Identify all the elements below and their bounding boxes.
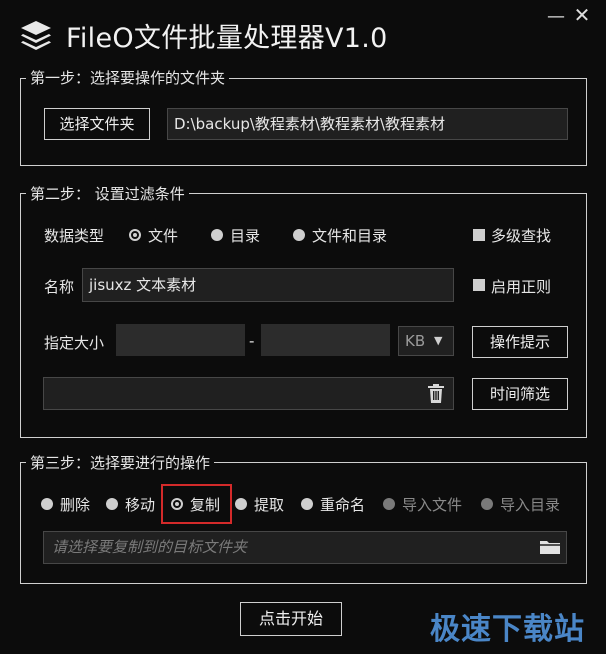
operation-delete-label: 删除 [60, 496, 91, 514]
operation-rename-label: 重命名 [320, 496, 366, 514]
folder-icon[interactable] [539, 538, 561, 555]
chevron-down-icon: ▼ [434, 334, 443, 347]
step1-legend: 第一步：选择要操作的文件夹 [26, 67, 230, 88]
size-unit-select[interactable]: KB ▼ [398, 326, 454, 356]
title-bar: FileO文件批量处理器V1.0 — ✕ [0, 0, 606, 70]
multilevel-label: 多级查找 [491, 227, 552, 245]
option-directory-label: 目录 [230, 227, 261, 245]
trash-icon[interactable] [428, 384, 444, 403]
regex-label: 启用正则 [491, 278, 552, 296]
target-folder-placeholder: 请选择要复制到的目标文件夹 [52, 538, 248, 556]
name-input[interactable]: jisuxz 文本素材 [82, 268, 454, 302]
step3-legend: 第三步：选择要进行的操作 [26, 452, 215, 473]
multilevel-checkbox[interactable] [473, 229, 485, 241]
radio-delete[interactable] [41, 498, 53, 510]
size-label: 指定大小 [44, 334, 105, 352]
minimize-button[interactable]: — [545, 6, 567, 28]
watermark-text: 极速下载站 [430, 612, 585, 647]
radio-move[interactable] [106, 498, 118, 510]
layers-logo-icon [21, 21, 51, 50]
regex-checkbox[interactable] [473, 279, 485, 291]
size-unit-value: KB [405, 332, 426, 350]
step2-legend: 第二步： 设置过滤条件 [26, 183, 189, 204]
radio-copy[interactable] [171, 498, 183, 510]
operation-tips-button[interactable]: 操作提示 [472, 326, 568, 358]
select-folder-button[interactable]: 选择文件夹 [44, 108, 150, 140]
step3-group [20, 462, 587, 584]
radio-rename[interactable] [301, 498, 313, 510]
size-max-input[interactable] [261, 324, 390, 356]
close-button[interactable]: ✕ [571, 4, 593, 26]
radio-directory[interactable] [211, 229, 223, 241]
window-title: FileO文件批量处理器V1.0 [66, 23, 388, 54]
radio-import-directory[interactable] [481, 498, 493, 510]
target-folder-input[interactable]: 请选择要复制到的目标文件夹 [43, 531, 567, 564]
radio-import-file[interactable] [383, 498, 395, 510]
operation-import-file-label: 导入文件 [402, 496, 463, 514]
time-filter-field[interactable] [43, 377, 454, 410]
radio-file[interactable] [129, 229, 141, 241]
operation-extract-label: 提取 [254, 496, 285, 514]
option-file-and-directory-label: 文件和目录 [312, 227, 388, 245]
radio-file-and-directory[interactable] [293, 229, 305, 241]
data-type-label: 数据类型 [44, 227, 105, 245]
operation-copy-label: 复制 [190, 496, 221, 514]
name-label: 名称 [44, 278, 75, 296]
size-separator: - [249, 332, 255, 350]
size-min-input[interactable] [116, 324, 245, 356]
option-file-label: 文件 [148, 227, 179, 245]
operation-move-label: 移动 [125, 496, 156, 514]
operation-import-directory-label: 导入目录 [500, 496, 561, 514]
folder-path-field[interactable]: D:\backup\教程素材\教程素材\教程素材 [167, 108, 568, 140]
time-filter-button[interactable]: 时间筛选 [472, 378, 568, 410]
start-button[interactable]: 点击开始 [240, 602, 342, 636]
radio-extract[interactable] [235, 498, 247, 510]
